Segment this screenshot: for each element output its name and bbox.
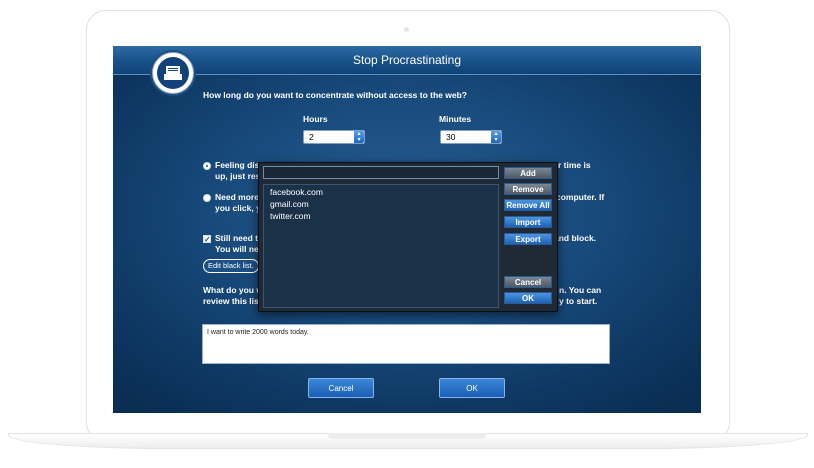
export-button[interactable]: Export (504, 233, 552, 245)
popup-ok-button[interactable]: OK (504, 292, 552, 304)
site-list[interactable]: facebook.com gmail.com twitter.com (263, 184, 499, 308)
option-feeling-line2: up, just res (215, 171, 261, 181)
option-need-more-line1: Need more (215, 192, 259, 202)
option-need-more-radio[interactable] (203, 194, 211, 202)
hours-value: 2 (309, 132, 314, 142)
ok-button[interactable]: OK (439, 378, 505, 398)
import-button[interactable]: Import (504, 216, 552, 228)
edit-blacklist-button[interactable]: Edit black list. (203, 259, 259, 273)
list-item[interactable]: gmail.com (270, 199, 309, 209)
option-need-more-right: computer. If (556, 192, 605, 202)
popup-cancel-button[interactable]: Cancel (504, 276, 552, 288)
option-still-need-line2: You will ne (215, 244, 259, 254)
goal-prompt-line2: review this list (203, 296, 262, 306)
option-still-need-checkbox[interactable]: ✓ (203, 235, 211, 244)
duration-question: How long do you want to concentrate with… (203, 90, 467, 100)
laptop-notch (327, 433, 487, 439)
app-logo-icon (152, 52, 194, 94)
remove-all-button[interactable]: Remove All (504, 199, 552, 211)
goal-prompt-line1: What do you w (203, 285, 263, 295)
goal-prompt-right1: n. You can (559, 285, 602, 295)
list-item[interactable]: facebook.com (270, 187, 323, 197)
camera-icon (404, 27, 409, 32)
window-title: Stop Procrastinating (352, 53, 462, 67)
option-feeling-line1: Feeling dis (215, 160, 260, 170)
cancel-button[interactable]: Cancel (308, 378, 374, 398)
list-item[interactable]: twitter.com (270, 211, 311, 221)
option-feeling-right: r time is (558, 160, 591, 170)
option-feeling-radio[interactable] (203, 162, 211, 170)
goal-textarea[interactable]: I want to write 2000 words today. (202, 324, 610, 364)
hours-select[interactable]: 2 ▴ ▾ (303, 130, 365, 144)
option-still-need-right: and block. (554, 233, 597, 243)
add-button[interactable]: Add (504, 167, 552, 179)
goal-prompt-right2: y to start. (559, 296, 598, 306)
remove-button[interactable]: Remove (504, 183, 552, 195)
minutes-value: 30 (446, 132, 456, 142)
minutes-label: Minutes (439, 114, 472, 124)
blacklist-dialog: facebook.com gmail.com twitter.com Add R… (258, 162, 558, 312)
title-bar: Stop Procrastinating (113, 46, 701, 75)
option-still-need-line1: Still need to (215, 233, 264, 243)
option-need-more-line2: you click, y (215, 203, 261, 213)
stepper-arrows-icon: ▴ ▾ (354, 131, 364, 143)
goal-text: I want to write 2000 words today. (207, 329, 309, 336)
hours-label: Hours (303, 114, 328, 124)
minutes-select[interactable]: 30 ▴ ▾ (440, 130, 502, 144)
site-input[interactable] (263, 166, 499, 179)
app-window: Stop Procrastinating How long do you wan… (113, 46, 701, 413)
stepper-arrows-icon: ▴ ▾ (491, 131, 501, 143)
